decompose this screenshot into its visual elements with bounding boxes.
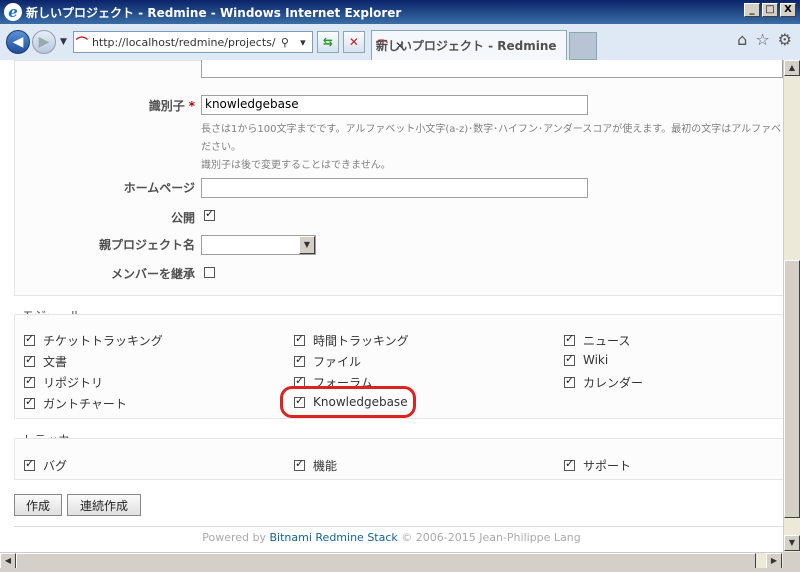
create-button[interactable]: 作成 xyxy=(14,494,62,516)
browser-navbar: ◀ ▶ ▼ ⌒ http://localhost/redmine/project… xyxy=(0,24,800,60)
vertical-scrollbar[interactable]: ▲ ▼ xyxy=(783,60,800,552)
search-icon[interactable]: ⚲ xyxy=(276,36,294,49)
trackers-fieldset xyxy=(14,438,783,480)
module-files[interactable]: ファイル xyxy=(294,353,361,370)
tracker-bug[interactable]: バグ xyxy=(24,457,67,474)
module-checkbox xyxy=(24,395,35,409)
homepage-label: ホームページ xyxy=(123,181,195,195)
module-news[interactable]: ニュース xyxy=(564,332,630,349)
module-checkbox xyxy=(24,353,35,367)
module-checkbox xyxy=(564,352,575,366)
footer-suffix: © 2006-2015 Jean-Philippe Lang xyxy=(397,531,581,544)
module-calendar[interactable]: カレンダー xyxy=(564,374,643,391)
scroll-right-icon[interactable]: ▶ xyxy=(766,553,782,569)
tracker-checkbox xyxy=(294,457,305,471)
module-checkbox xyxy=(24,374,35,388)
scroll-up-icon[interactable]: ▲ xyxy=(784,60,800,76)
close-window-button[interactable]: X xyxy=(780,3,796,17)
module-repository[interactable]: リポジトリ xyxy=(24,374,103,391)
inherit-members-label: メンバーを継承 xyxy=(110,267,195,281)
horizontal-scroll-thumb[interactable] xyxy=(16,553,756,569)
identifier-help-text: 長さは1から100文字までです。アルファベット小文字(a-z)･数字･ハイフン･… xyxy=(201,124,783,135)
parent-project-select[interactable]: ▼ xyxy=(201,235,316,255)
vertical-scroll-thumb[interactable] xyxy=(784,260,800,518)
horizontal-scrollbar[interactable]: ◀ ▶ xyxy=(0,552,783,569)
public-label: 公開 xyxy=(170,211,195,225)
window-title: 新しいプロジェクト - Redmine - Windows Internet E… xyxy=(26,5,402,20)
scroll-corner xyxy=(783,552,800,572)
new-tab-button[interactable] xyxy=(568,32,597,60)
homepage-input[interactable] xyxy=(201,178,588,198)
tracker-support[interactable]: サポート xyxy=(564,457,631,474)
ie-logo-icon: e xyxy=(4,3,22,21)
tracker-feature[interactable]: 機能 xyxy=(294,457,337,474)
address-url[interactable]: http://localhost/redmine/projects/new xyxy=(92,36,276,49)
tools-icon[interactable]: ⚙ xyxy=(778,30,792,49)
chevron-down-icon[interactable]: ▼ xyxy=(299,236,315,254)
module-wiki[interactable]: Wiki xyxy=(564,352,608,367)
module-issue-tracking[interactable]: チケットトラッキング xyxy=(24,332,163,349)
back-icon[interactable]: ◀ xyxy=(6,30,30,54)
identifier-label: 識別子 * xyxy=(148,99,195,113)
footer-prefix: Powered by xyxy=(202,531,270,544)
identifier-immutable-note: 識別子は後で変更することはできません。 xyxy=(201,160,391,171)
module-checkbox xyxy=(564,374,575,388)
module-time-tracking[interactable]: 時間トラッキング xyxy=(294,332,409,349)
maximize-button[interactable]: □ xyxy=(762,3,778,17)
description-textarea[interactable] xyxy=(201,60,783,78)
refresh-icon[interactable]: ⇆ xyxy=(316,31,339,53)
bitnami-link[interactable]: Bitnami Redmine Stack xyxy=(270,531,398,544)
public-checkbox[interactable] xyxy=(204,207,215,221)
address-bar[interactable]: ⌒ http://localhost/redmine/projects/new … xyxy=(72,31,313,53)
module-checkbox xyxy=(294,353,305,367)
browser-tab[interactable]: ⌒ 新しいプロジェクト - Redmine ✕ xyxy=(370,30,567,60)
address-dropdown-icon[interactable]: ▾ xyxy=(294,36,312,49)
module-checkbox xyxy=(24,332,35,346)
redmine-favicon-icon: ⌒ xyxy=(75,35,88,50)
tab-label: 新しいプロジェクト - Redmine xyxy=(375,39,557,53)
scroll-down-icon[interactable]: ▼ xyxy=(784,535,800,551)
inherit-members-checkbox[interactable] xyxy=(204,267,215,278)
create-and-continue-button[interactable]: 連続作成 xyxy=(67,494,141,516)
required-mark: * xyxy=(188,99,195,113)
footer-divider xyxy=(14,526,783,527)
forward-icon[interactable]: ▶ xyxy=(32,30,56,54)
module-documents[interactable]: 文書 xyxy=(24,353,67,370)
page-footer: Powered by Bitnami Redmine Stack © 2006-… xyxy=(0,531,783,544)
module-checkbox xyxy=(294,332,305,346)
module-gantt[interactable]: ガントチャート xyxy=(24,395,127,412)
highlight-annotation xyxy=(280,386,416,418)
history-dropdown-icon[interactable]: ▼ xyxy=(60,37,67,47)
stop-icon[interactable]: ✕ xyxy=(342,31,365,53)
page-viewport: 識別子 * knowledgebase 長さは1から100文字までです。アルファベ… xyxy=(0,60,783,552)
favorites-icon[interactable]: ☆ xyxy=(755,30,769,49)
window-titlebar: e 新しいプロジェクト - Redmine - Windows Internet… xyxy=(0,0,800,24)
scroll-left-icon[interactable]: ◀ xyxy=(0,553,16,569)
minimize-button[interactable]: _ xyxy=(744,3,760,17)
tracker-checkbox xyxy=(564,457,575,471)
identifier-help-text-cont: ださい。 xyxy=(201,142,241,153)
identifier-input[interactable]: knowledgebase xyxy=(201,95,588,115)
window-bottom-border xyxy=(0,568,783,572)
home-icon[interactable]: ⌂ xyxy=(737,30,747,49)
tracker-checkbox xyxy=(24,457,35,471)
module-checkbox xyxy=(564,332,575,346)
parent-project-label: 親プロジェクト名 xyxy=(98,238,195,252)
